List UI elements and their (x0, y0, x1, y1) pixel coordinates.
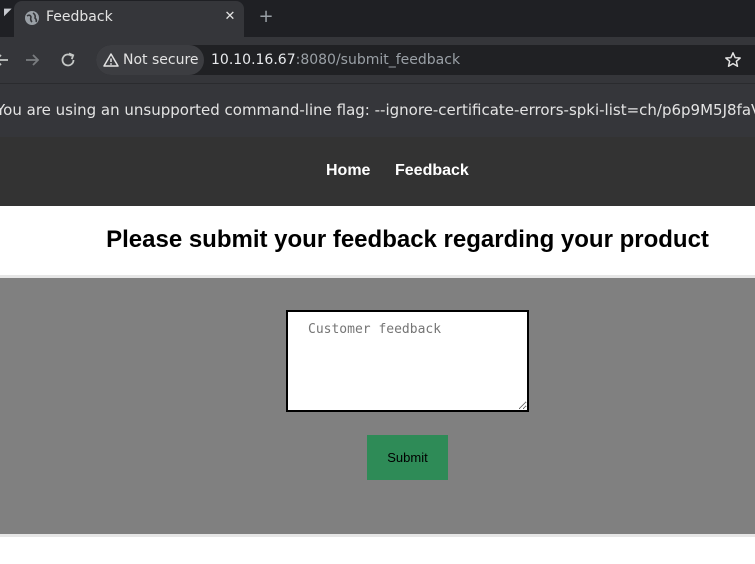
close-icon[interactable]: ✕ (222, 9, 238, 25)
star-icon[interactable] (724, 51, 742, 69)
tab-feedback[interactable]: Feedback ✕ (14, 1, 244, 37)
divider (0, 534, 755, 537)
nav-link-home[interactable]: Home (326, 137, 370, 204)
url-text[interactable]: 10.10.16.67:8080/submit_feedback (211, 45, 460, 75)
infobar-message: You are using an unsupported command-lin… (0, 101, 755, 119)
tab-fragment-icon: ◤ (4, 7, 12, 18)
url-path: :8080/submit_feedback (295, 52, 461, 68)
page-title: Please submit your feedback regarding yo… (106, 226, 709, 253)
warning-triangle-icon (103, 53, 119, 67)
feedback-textarea[interactable] (286, 310, 529, 412)
tab-strip: ◤ Feedback ✕ + (0, 0, 755, 37)
infobar: You are using an unsupported command-lin… (0, 83, 755, 137)
security-label: Not secure (123, 52, 199, 68)
tab-title: Feedback (46, 9, 113, 25)
security-chip[interactable]: Not secure (96, 45, 204, 75)
site-nav: Home Feedback (0, 137, 755, 206)
submit-button[interactable]: Submit (367, 435, 448, 480)
new-tab-button[interactable]: + (256, 6, 276, 28)
globe-icon (25, 11, 39, 25)
nav-link-feedback[interactable]: Feedback (395, 137, 469, 204)
arrow-right-icon[interactable] (22, 50, 42, 70)
feedback-form: Submit (0, 275, 755, 534)
browser-toolbar: Not secure 10.10.16.67:8080/submit_feedb… (0, 37, 755, 83)
address-bar[interactable]: Not secure 10.10.16.67:8080/submit_feedb… (96, 45, 755, 75)
arrow-left-icon[interactable] (0, 50, 12, 70)
reload-icon[interactable] (58, 50, 78, 70)
url-host: 10.10.16.67 (211, 52, 296, 68)
